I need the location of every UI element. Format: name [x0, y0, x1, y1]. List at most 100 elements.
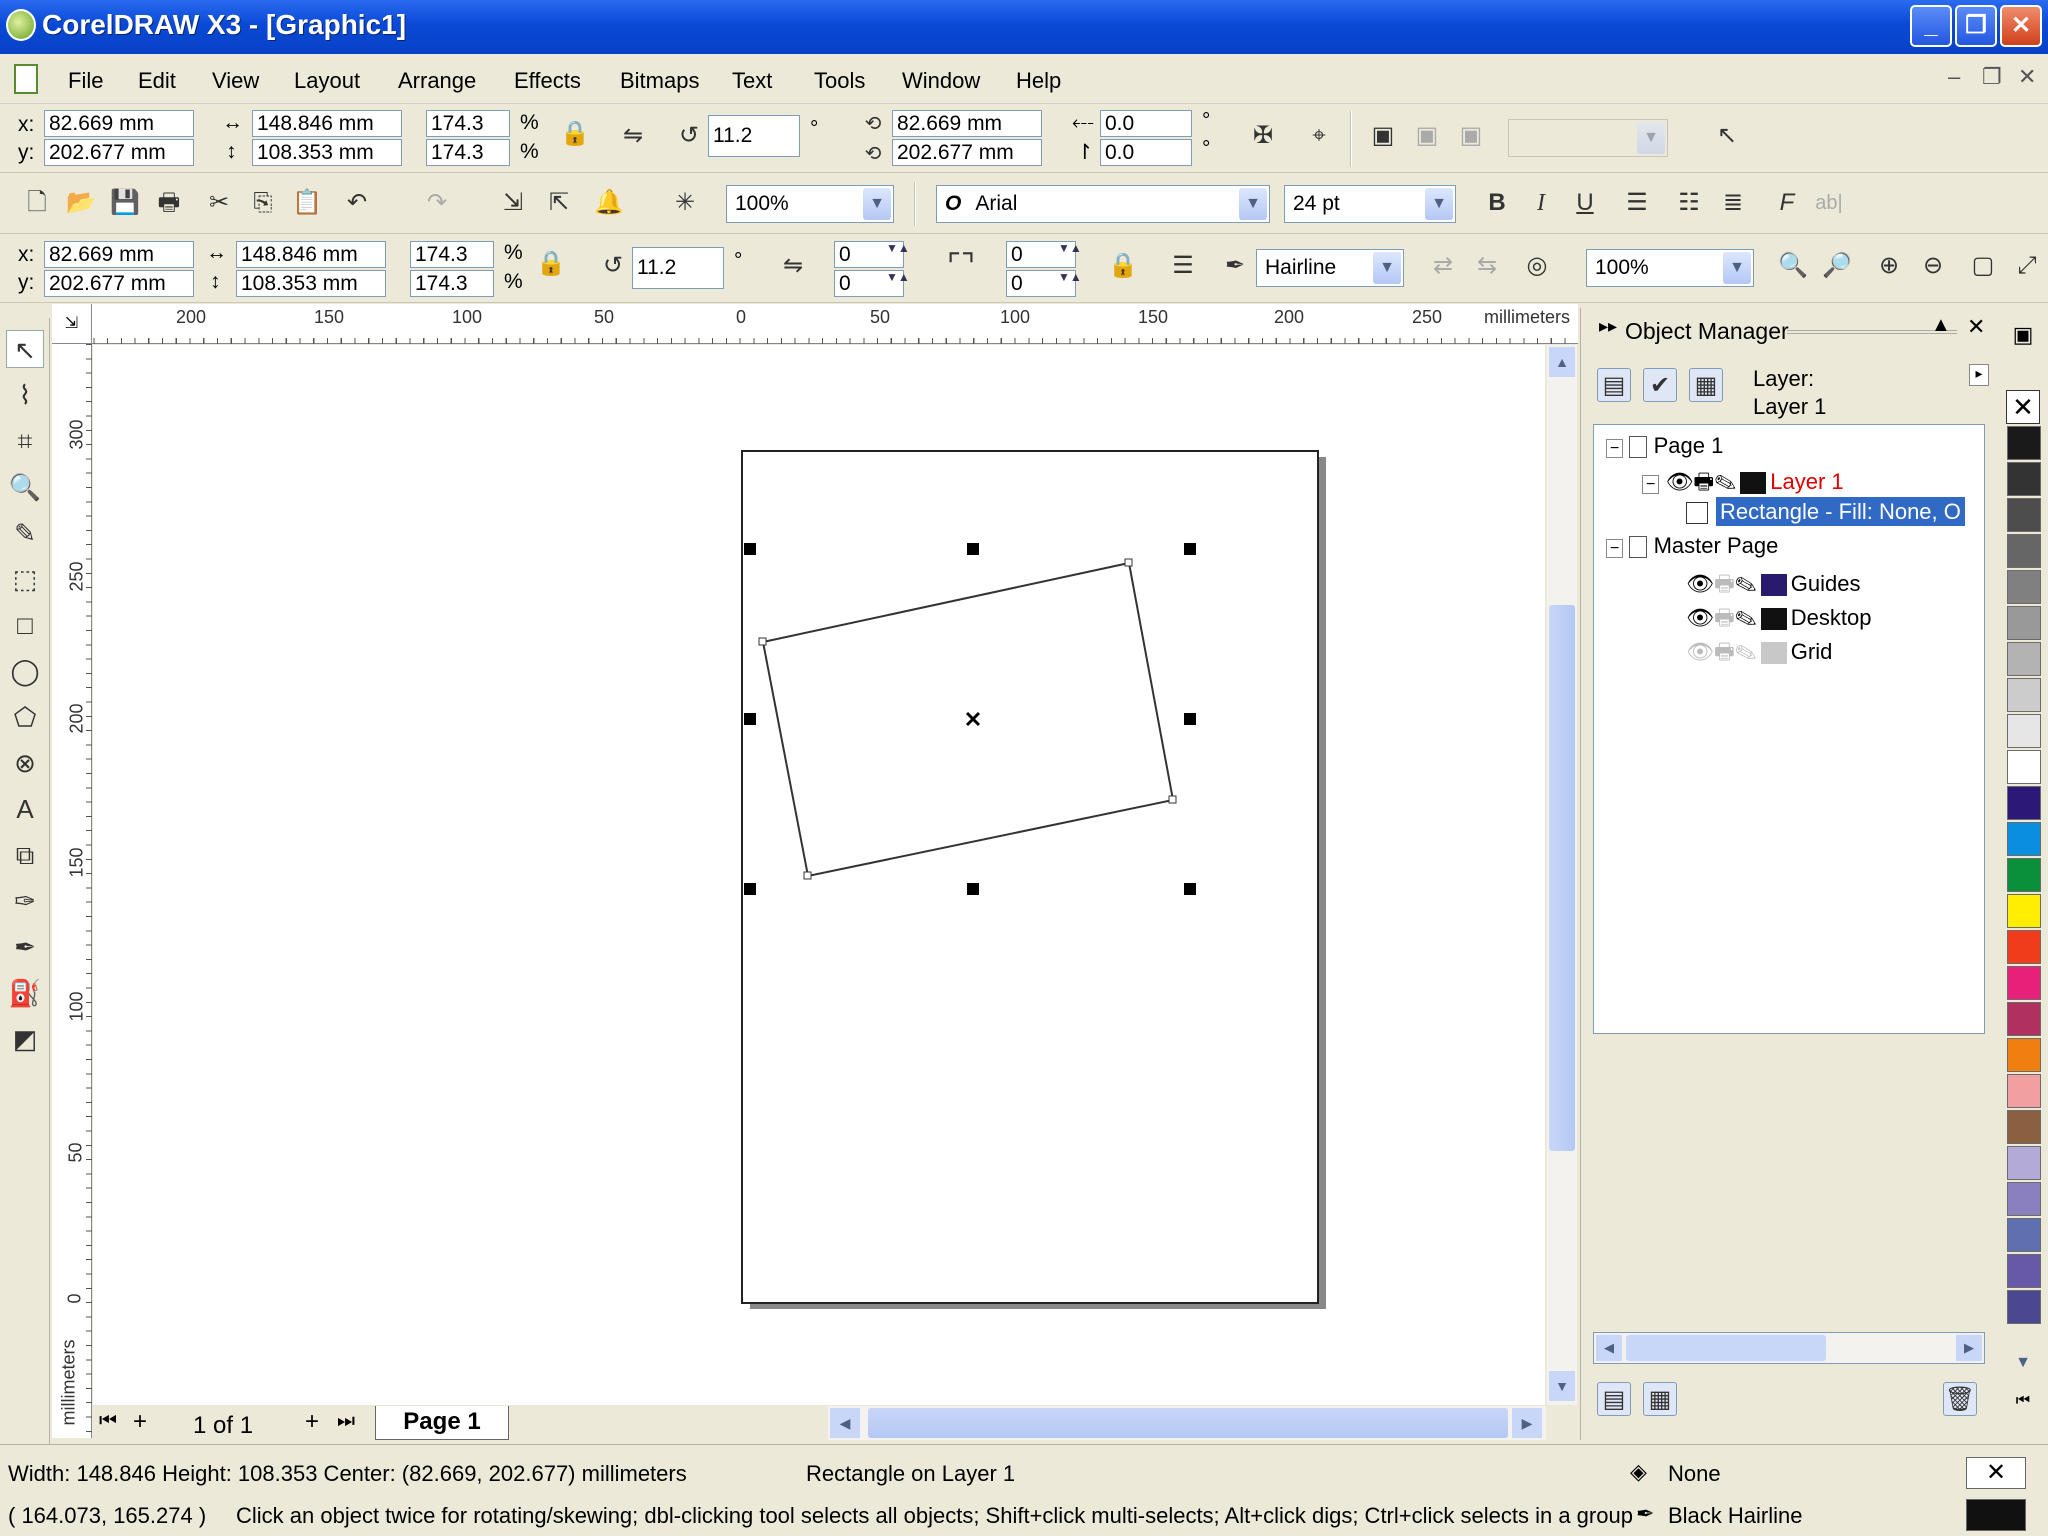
width-field[interactable]: 148.846 mm — [236, 241, 386, 268]
chevron-down-icon[interactable]: ▼ — [1425, 188, 1453, 220]
edit-across-layers-icon[interactable]: ✔ — [1643, 368, 1677, 402]
import-icon[interactable]: ⇲ — [496, 186, 530, 220]
spinner-icon[interactable]: ▼▲ — [1058, 270, 1082, 284]
menu-arrange[interactable]: Arrange — [398, 68, 476, 94]
skew-vertical-field[interactable]: 0.0 — [1100, 139, 1192, 166]
new-layer-icon[interactable]: ▤ — [1597, 1382, 1631, 1416]
font-list-dropdown[interactable]: O Arial ▼ — [936, 185, 1270, 223]
scroll-up-button[interactable]: ▲ — [1549, 347, 1575, 377]
outline-color-swatch[interactable] — [1966, 1499, 2026, 1531]
interactive-fill-tool-icon[interactable]: ◩ — [6, 1020, 44, 1058]
color-swatch[interactable] — [2007, 1182, 2041, 1216]
scale-y-field[interactable]: 174.3 — [426, 139, 510, 166]
copy-icon[interactable]: ⎘ — [246, 186, 280, 220]
zoom-level-dropdown[interactable]: 100% ▼ — [726, 185, 894, 223]
wrap-text-icon[interactable]: ☰ — [1166, 249, 1200, 283]
color-swatch[interactable] — [2007, 678, 2041, 712]
menu-bitmaps[interactable]: Bitmaps — [620, 68, 699, 94]
color-swatch[interactable] — [2007, 1002, 2041, 1036]
docker-tabs-icon[interactable]: ▣ — [2006, 318, 2040, 352]
redo-icon[interactable]: ↷ — [420, 186, 454, 220]
color-swatch[interactable] — [2007, 1254, 2041, 1288]
color-swatch[interactable] — [2007, 894, 2041, 928]
printer-icon[interactable]: 🖶 — [1693, 469, 1714, 494]
pencil-icon[interactable]: ✎ — [1735, 605, 1757, 630]
chevron-down-icon[interactable]: ▼ — [1723, 252, 1751, 284]
ruler-origin-icon[interactable]: ⇲ — [52, 304, 92, 344]
docker-scroll-thumb[interactable] — [1626, 1335, 1826, 1361]
docker-hscrollbar[interactable]: ◀ ▶ — [1593, 1332, 1985, 1364]
interactive-blend-tool-icon[interactable]: ⧉ — [6, 836, 44, 874]
eye-icon[interactable]: 👁 — [1686, 605, 1714, 630]
height-field[interactable]: 108.353 mm — [252, 139, 402, 166]
zoom-width-icon[interactable]: ⤢ — [2010, 249, 2044, 283]
fill-tool-icon[interactable]: ⛽ — [6, 974, 44, 1012]
pencil-icon[interactable]: ✎ — [1735, 571, 1757, 596]
scroll-right-button[interactable]: ▶ — [1512, 1408, 1542, 1438]
flyout-menu-icon[interactable]: ▸ — [1969, 364, 1989, 386]
color-swatch[interactable] — [2007, 462, 2041, 496]
show-properties-icon[interactable]: ▤ — [1597, 368, 1631, 402]
add-page-before-button[interactable]: + — [133, 1408, 147, 1436]
minimize-button[interactable]: _ — [1910, 5, 1952, 47]
chevron-down-icon[interactable]: ▼ — [1373, 252, 1401, 284]
rectangle-tool-icon[interactable]: □ — [6, 606, 44, 644]
color-swatch[interactable] — [2007, 426, 2041, 460]
menu-file[interactable]: File — [68, 68, 103, 94]
smart-fill-tool-icon[interactable]: ⬚ — [6, 560, 44, 598]
scroll-left-button[interactable]: ◀ — [830, 1408, 860, 1438]
zoom-selected-icon[interactable]: ⊕ — [1872, 249, 1906, 283]
lock-ratio-icon[interactable]: 🔒 — [558, 117, 592, 151]
color-swatch[interactable] — [2007, 858, 2041, 892]
color-swatch[interactable] — [2007, 1290, 2041, 1324]
color-swatch[interactable] — [2007, 570, 2041, 604]
edit-text-icon[interactable]: ab| — [1812, 186, 1846, 220]
tree-item-desktop[interactable]: 👁🖶✎ Desktop — [1686, 601, 1872, 639]
color-swatch[interactable] — [2007, 966, 2041, 1000]
shape-icon[interactable]: ◎ — [1520, 249, 1554, 283]
zoom-in-icon[interactable]: 🔍 — [1776, 249, 1810, 283]
docker-expand-icon[interactable]: ▸▸ — [1599, 316, 1617, 337]
basic-shapes-tool-icon[interactable]: ⊗ — [6, 744, 44, 782]
palette-scroll-down-icon[interactable]: ▼ — [2006, 1354, 2040, 1378]
tree-item-guides[interactable]: 👁🖶✎ Guides — [1686, 567, 1861, 605]
font-size-dropdown[interactable]: 24 pt ▼ — [1284, 185, 1456, 223]
add-page-after-button[interactable]: + — [305, 1408, 319, 1436]
zoom-all-icon[interactable]: ⊖ — [1916, 249, 1950, 283]
menu-window[interactable]: Window — [902, 68, 980, 94]
underline-button[interactable]: U — [1568, 186, 1602, 220]
tree-item-grid[interactable]: 👁🖶✎ Grid — [1686, 635, 1832, 673]
format-text-icon[interactable]: F — [1770, 186, 1804, 220]
horizontal-ruler[interactable]: 200 150 100 50 0 50 100 150 200 250 mill… — [52, 304, 1578, 344]
horizontal-scrollbar[interactable]: ◀ ▶ — [828, 1406, 1546, 1440]
print-icon[interactable]: 🖶 — [152, 186, 186, 220]
doc-close-button[interactable]: ✕ — [2018, 64, 2036, 90]
scroll-left-button[interactable]: ◀ — [1596, 1335, 1622, 1361]
printer-icon[interactable]: 🖶 — [1714, 605, 1735, 630]
cut-icon[interactable]: ✂ — [202, 186, 236, 220]
menu-edit[interactable]: Edit — [138, 68, 176, 94]
x-position-field[interactable]: 82.669 mm — [44, 241, 194, 268]
docker-collapse-icon[interactable]: ▲ — [1931, 314, 1951, 337]
transform-apply-icon[interactable]: ✠ — [1246, 119, 1280, 153]
vertical-ruler[interactable]: 300 250 200 150 100 50 0 millimeters — [52, 344, 92, 1438]
chevron-down-icon[interactable]: ▼ — [1239, 188, 1267, 220]
zoom-dropdown[interactable]: 100% ▼ — [1586, 249, 1754, 287]
anchor-icon[interactable]: ⌖ — [1302, 119, 1336, 153]
mirror-icon[interactable]: ⇋ — [616, 119, 650, 153]
pick-tool-icon[interactable]: ↖ — [6, 330, 44, 368]
width-field[interactable]: 148.846 mm — [252, 110, 402, 137]
rotation-angle-field[interactable]: 11.2 — [708, 115, 800, 157]
spinner-icon[interactable]: ▼▲ — [886, 270, 910, 284]
drop-cap-icon[interactable]: ≣ — [1716, 186, 1750, 220]
palette-expand-icon[interactable]: ⏮ — [2006, 1392, 2040, 1416]
menu-tools[interactable]: Tools — [814, 68, 865, 94]
convert-icon[interactable]: ⇄ — [1426, 249, 1460, 283]
delete-icon[interactable]: 🗑 — [1943, 1382, 1977, 1416]
close-button[interactable]: ✕ — [2000, 5, 2042, 47]
application-launcher-icon[interactable]: 🔔 — [592, 186, 626, 220]
rotation-angle-field[interactable]: 11.2 — [632, 247, 724, 289]
shape-tool-icon[interactable]: ⌇ — [6, 376, 44, 414]
paste-icon[interactable]: 📋 — [290, 186, 324, 220]
eye-icon[interactable]: 👁 — [1686, 639, 1714, 664]
